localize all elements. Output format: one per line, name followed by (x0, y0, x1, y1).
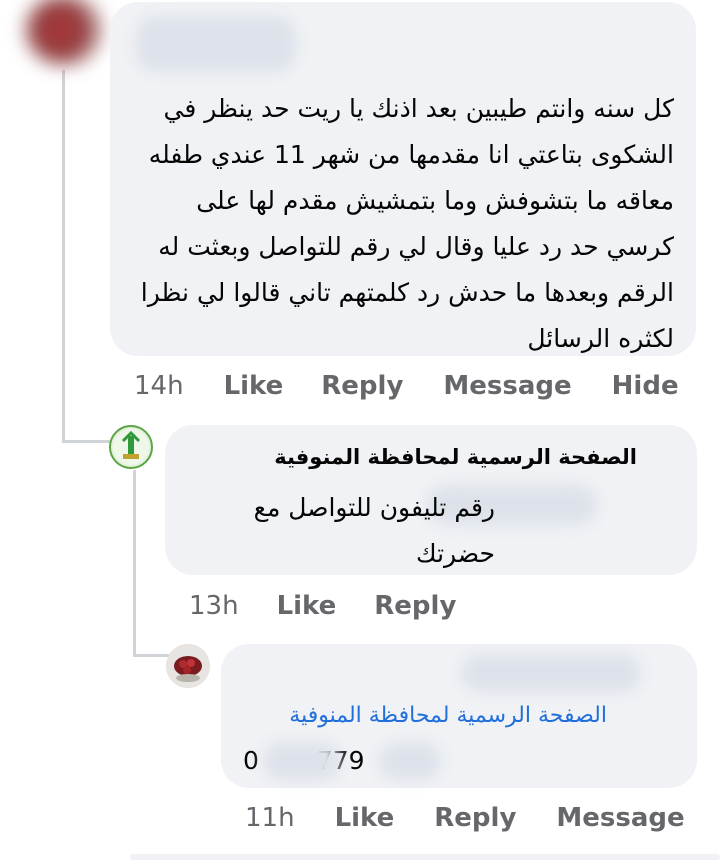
reply-text: رقم تليفون للتواصل مع حضرتك (253, 493, 495, 568)
nested-reply-bubble: الصفحة الرسمية لمحافظة المنوفية 0 779 (221, 644, 697, 788)
nested-reply-actions: 11h Like Reply Message (245, 801, 685, 835)
reply-button[interactable]: Reply (374, 591, 456, 621)
reply-actions: 13h Like Reply (189, 589, 456, 623)
reply-time[interactable]: 13h (189, 591, 239, 621)
reply-button[interactable]: Reply (434, 803, 516, 833)
reply-bubble: الصفحة الرسمية لمحافظة المنوفية رقم تليف… (165, 425, 697, 575)
thread-line-reply (133, 470, 136, 656)
mention-link[interactable]: الصفحة الرسمية لمحافظة المنوفية (289, 703, 607, 728)
message-button[interactable]: Message (556, 803, 684, 833)
author-name-redacted[interactable] (136, 16, 296, 72)
author-name-redacted[interactable] (461, 654, 641, 692)
rose-avatar-icon (166, 644, 210, 688)
thread-line-main (62, 70, 65, 442)
thread-line-reply-curve (133, 654, 169, 657)
like-button[interactable]: Like (277, 591, 337, 621)
comment-actions: 14h Like Reply Message Hide (134, 369, 679, 403)
next-comment-edge (130, 854, 720, 860)
like-button[interactable]: Like (335, 803, 395, 833)
rose-avatar[interactable] (166, 644, 210, 688)
monument-logo-icon (113, 429, 149, 465)
comment-text: كل سنه وانتم طيبين بعد اذنك يا ريت حد ين… (140, 94, 674, 353)
comment-bubble: كل سنه وانتم طيبين بعد اذنك يا ريت حد ين… (110, 2, 696, 356)
phone-number-redacted (263, 742, 341, 780)
phone-number-redacted (379, 742, 441, 780)
message-button[interactable]: Message (443, 371, 571, 401)
nested-reply-time[interactable]: 11h (245, 803, 295, 833)
thread-line-main-curve (62, 440, 110, 443)
page-avatar[interactable] (109, 425, 153, 469)
hide-button[interactable]: Hide (612, 371, 679, 401)
comment-time[interactable]: 14h (134, 371, 184, 401)
like-button[interactable]: Like (224, 371, 284, 401)
avatar[interactable] (25, 0, 103, 66)
page-author-name[interactable]: الصفحة الرسمية لمحافظة المنوفية (274, 445, 637, 469)
reply-button[interactable]: Reply (321, 371, 403, 401)
